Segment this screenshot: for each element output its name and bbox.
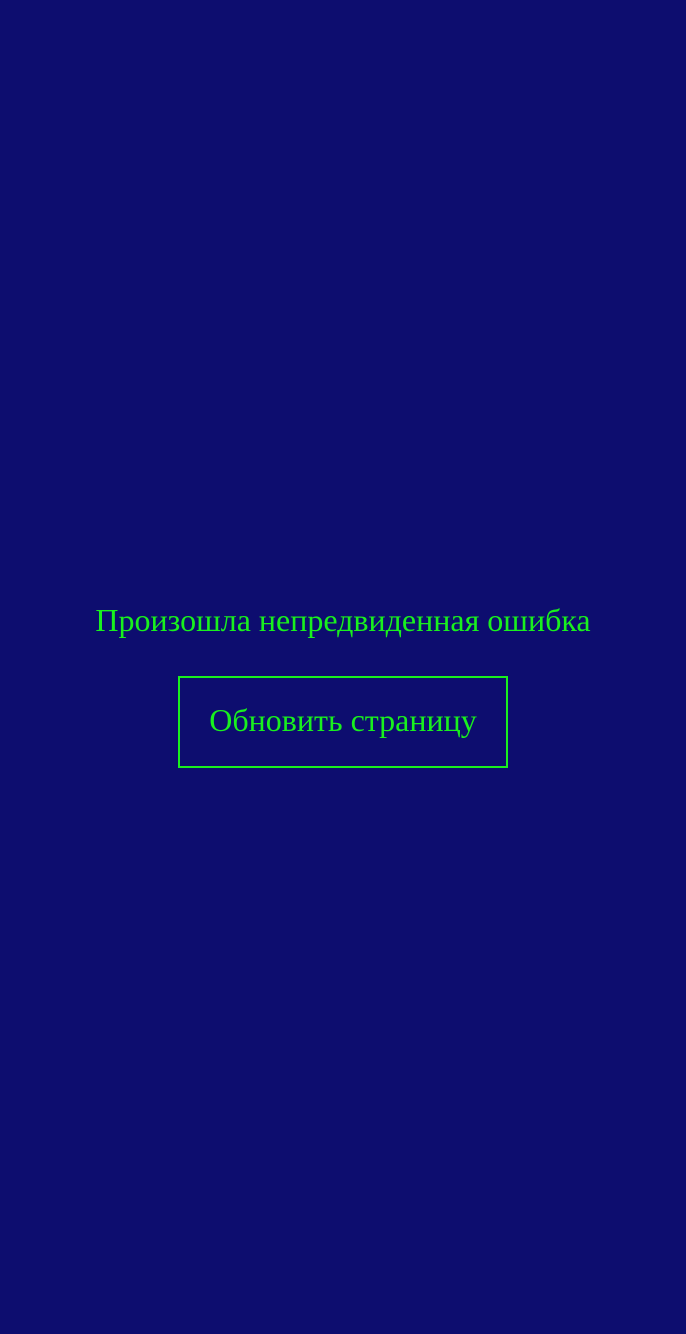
reload-page-button[interactable]: Обновить страницу: [178, 676, 508, 768]
error-screen: Произошла непредвиденная ошибка Обновить…: [0, 0, 686, 1334]
error-message: Произошла непредвиденная ошибка: [95, 602, 591, 638]
